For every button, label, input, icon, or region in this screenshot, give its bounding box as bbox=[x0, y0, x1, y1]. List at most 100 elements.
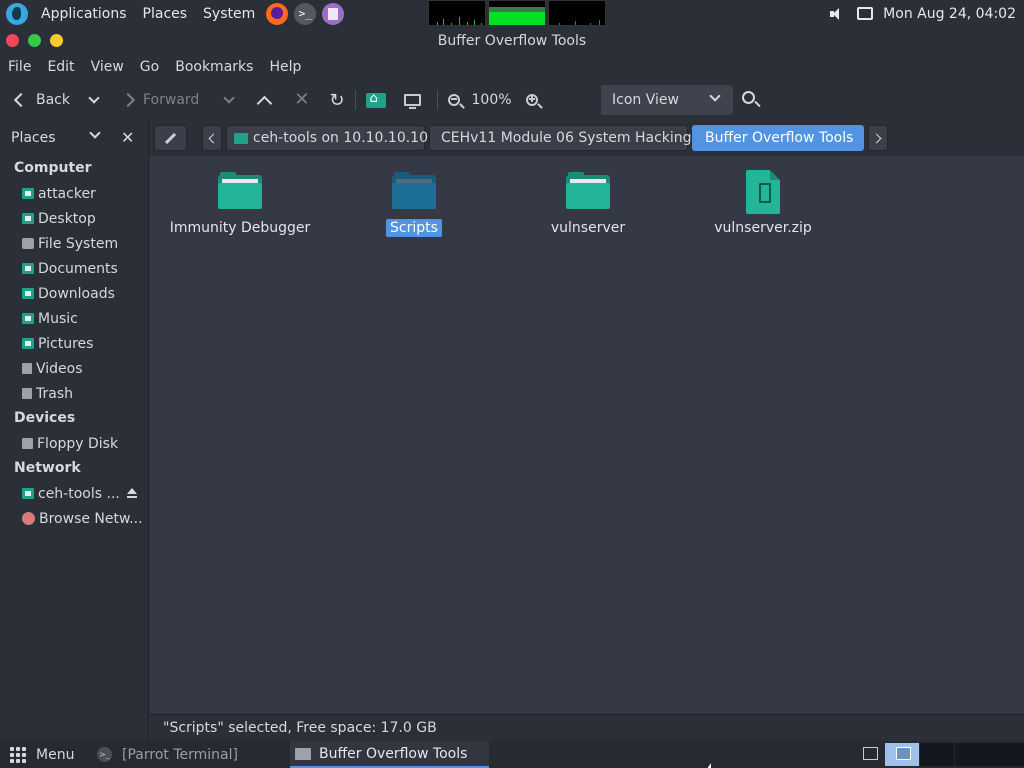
path-scroll-right-button[interactable] bbox=[868, 125, 888, 151]
sidebar: Places ✕ Computer attacker Desktop File … bbox=[0, 120, 149, 741]
pictures-folder-icon bbox=[22, 338, 34, 349]
zoom-out-icon bbox=[447, 94, 460, 106]
crumb-ceh-tools[interactable]: ceh-tools on 10.10.10.10 bbox=[226, 125, 428, 151]
home-button[interactable] bbox=[365, 85, 386, 115]
zoom-level[interactable]: 100% bbox=[472, 85, 512, 115]
pathbar: ceh-tools on 10.10.10.10 CEHv11 Module 0… bbox=[149, 120, 1024, 156]
zoom-out-button[interactable] bbox=[447, 85, 460, 115]
forward-button[interactable]: Forward bbox=[120, 85, 200, 115]
titlebar[interactable]: Buffer Overflow Tools bbox=[0, 27, 1024, 54]
forward-label: Forward bbox=[143, 92, 200, 108]
text-editor-icon[interactable] bbox=[322, 2, 345, 25]
sidebar-item-floppy-disk[interactable]: Floppy Disk bbox=[0, 431, 148, 456]
task-label: [Parrot Terminal] bbox=[122, 746, 238, 763]
crumb-label: Buffer Overflow Tools bbox=[705, 130, 854, 146]
menu-button[interactable]: Menu bbox=[0, 741, 88, 768]
clock[interactable]: Mon Aug 24, 04:02 bbox=[883, 6, 1016, 22]
reload-button[interactable]: ↻ bbox=[329, 85, 344, 115]
sidebar-item-attacker[interactable]: attacker bbox=[0, 181, 148, 206]
sidebar-item-browse-network[interactable]: Browse Netw... bbox=[0, 506, 148, 531]
menu-view[interactable]: View bbox=[83, 54, 132, 80]
sidebar-item-desktop[interactable]: Desktop bbox=[0, 206, 148, 231]
system-menu[interactable]: System bbox=[195, 0, 263, 27]
view-mode-label: Icon View bbox=[612, 92, 679, 108]
path-scroll-left-button[interactable] bbox=[202, 125, 222, 151]
chevron-down-icon bbox=[223, 92, 235, 104]
sidebar-item-trash[interactable]: Trash bbox=[0, 381, 148, 406]
sidebar-item-label: Floppy Disk bbox=[37, 435, 119, 452]
menu-go[interactable]: Go bbox=[132, 54, 167, 80]
task-buffer-overflow-tools[interactable]: Buffer Overflow Tools bbox=[290, 741, 489, 768]
sidebar-item-label: Pictures bbox=[38, 335, 94, 352]
crumb-buffer-overflow-tools[interactable]: Buffer Overflow Tools bbox=[692, 125, 864, 151]
sidebar-item-pictures[interactable]: Pictures bbox=[0, 331, 148, 356]
file-item-vulnserver-zip[interactable]: vulnserver.zip bbox=[683, 170, 843, 236]
eject-icon[interactable] bbox=[127, 488, 137, 498]
network-monitor bbox=[548, 0, 606, 26]
workspace-2[interactable] bbox=[885, 743, 919, 766]
task-label: Buffer Overflow Tools bbox=[319, 745, 468, 762]
menu-edit[interactable]: Edit bbox=[39, 54, 82, 80]
reload-icon: ↻ bbox=[329, 89, 345, 111]
sidebar-item-label: Documents bbox=[38, 260, 118, 277]
toolbar-separator bbox=[436, 90, 438, 110]
crumb-cehv11-module[interactable]: CEHv11 Module 06 System Hacking bbox=[429, 125, 692, 151]
network-share-icon bbox=[22, 488, 34, 499]
workspace-5[interactable] bbox=[990, 743, 1024, 766]
crumb-label: CEHv11 Module 06 System Hacking bbox=[441, 130, 692, 146]
zoom-in-button[interactable] bbox=[525, 85, 538, 115]
parrot-logo-icon[interactable] bbox=[6, 2, 28, 25]
back-button[interactable]: Back bbox=[10, 85, 70, 115]
file-item-scripts[interactable]: Scripts bbox=[334, 172, 494, 237]
applications-menu[interactable]: Applications bbox=[33, 0, 135, 27]
sidebar-item-videos[interactable]: Videos bbox=[0, 356, 148, 381]
crumb-label: ceh-tools on 10.10.10.10 bbox=[253, 130, 428, 146]
sidebar-item-file-system[interactable]: File System bbox=[0, 231, 148, 256]
file-item-immunity-debugger[interactable]: Immunity Debugger bbox=[160, 172, 320, 236]
minimize-button[interactable] bbox=[50, 34, 63, 47]
workspace-4[interactable] bbox=[955, 743, 990, 766]
home-folder-icon bbox=[22, 188, 34, 199]
file-item-vulnserver[interactable]: vulnserver bbox=[508, 172, 668, 236]
search-icon[interactable] bbox=[742, 91, 755, 104]
firefox-icon[interactable] bbox=[266, 2, 289, 25]
display-icon[interactable] bbox=[857, 7, 874, 20]
top-panel: Applications Places System >_ Mon Aug 24… bbox=[0, 0, 1024, 27]
menu-bookmarks[interactable]: Bookmarks bbox=[167, 54, 261, 80]
workspace-3[interactable] bbox=[920, 743, 954, 766]
maximize-button[interactable] bbox=[28, 34, 41, 47]
sidebar-places-select[interactable]: Places bbox=[11, 130, 56, 146]
trash-icon bbox=[22, 388, 32, 399]
videos-icon bbox=[22, 363, 32, 374]
cpu-monitor bbox=[428, 0, 486, 26]
workspace-1[interactable] bbox=[852, 743, 886, 766]
menu-help[interactable]: Help bbox=[261, 54, 309, 80]
up-button[interactable] bbox=[257, 85, 273, 115]
close-sidebar-icon[interactable]: ✕ bbox=[121, 129, 134, 147]
task-parrot-terminal[interactable]: >_ [Parrot Terminal] bbox=[94, 741, 286, 768]
close-button[interactable] bbox=[6, 34, 19, 47]
stop-button[interactable]: ✕ bbox=[294, 85, 309, 115]
file-view[interactable]: Immunity Debugger Scripts vulnserver vul… bbox=[150, 156, 1024, 714]
sidebar-item-music[interactable]: Music bbox=[0, 306, 148, 331]
sidebar-item-documents[interactable]: Documents bbox=[0, 256, 148, 281]
sidebar-item-label: Trash bbox=[36, 385, 73, 402]
file-name: vulnserver bbox=[550, 220, 626, 236]
home-icon bbox=[365, 91, 386, 108]
places-menu[interactable]: Places bbox=[135, 0, 196, 27]
sidebar-item-downloads[interactable]: Downloads bbox=[0, 281, 148, 306]
chevron-down-icon[interactable] bbox=[89, 127, 101, 139]
edit-location-button[interactable] bbox=[154, 125, 187, 151]
folder-icon bbox=[295, 747, 311, 760]
computer-button[interactable] bbox=[403, 85, 421, 115]
view-mode-select[interactable]: Icon View bbox=[601, 85, 733, 115]
forward-history-dropdown[interactable] bbox=[223, 85, 235, 115]
sidebar-item-label: Videos bbox=[36, 360, 83, 377]
back-history-dropdown[interactable] bbox=[88, 85, 100, 115]
terminal-icon[interactable]: >_ bbox=[294, 2, 317, 25]
downloads-folder-icon bbox=[22, 288, 34, 299]
volume-icon[interactable] bbox=[829, 7, 845, 21]
menu-file[interactable]: File bbox=[0, 54, 39, 80]
sidebar-item-ceh-tools[interactable]: ceh-tools ... bbox=[0, 481, 148, 506]
folder-icon bbox=[218, 172, 262, 209]
